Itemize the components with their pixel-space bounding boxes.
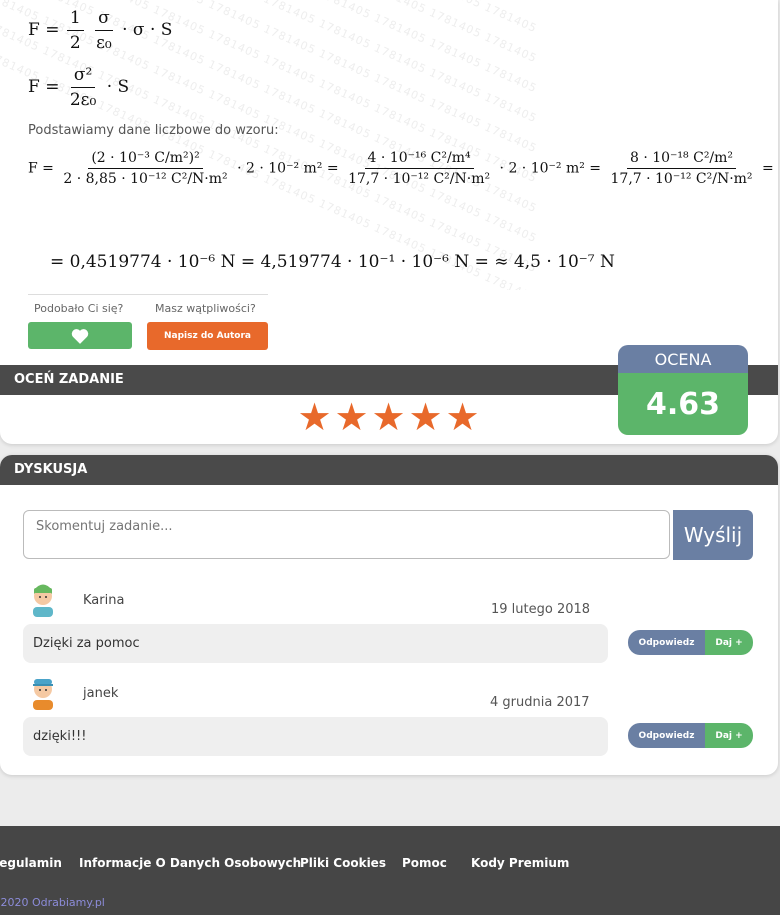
rate-task-title: OCEŃ ZADANIE [14,372,124,387]
write-to-author-button[interactable]: Napisz do Autora [147,322,268,350]
give-plus-button[interactable]: Daj + [705,630,753,655]
star-icon[interactable]: ★ [370,398,407,436]
reply-button[interactable]: Odpowiedz [628,723,705,748]
eq3-fraction-b: 4 · 10⁻¹⁶ C²/m⁴ 17,7 · 10⁻¹² C²/N·m² [345,150,493,187]
equation-3: F = (2 · 10⁻³ C/m²)² 2 · 8,85 · 10⁻¹² C²/… [28,150,774,187]
eq3-b-mul: · 2 · 10⁻² m² = [499,160,602,177]
eq3-c-num: 8 · 10⁻¹⁸ C²/m² [626,150,737,169]
send-button[interactable]: Wyślij [673,510,753,560]
equation-1: F = 12 σ ε₀ · σ · S [28,8,172,53]
grade-label: OCENA [618,345,748,373]
eq1-half: 12 [66,8,84,53]
eq3-b-den: 17,7 · 10⁻¹² C²/N·m² [348,171,491,187]
eq3-c-den: 17,7 · 10⁻¹² C²/N·m² [610,171,753,187]
discussion-title: DYSKUSJA [14,462,88,477]
grade-value: 4.63 [618,373,748,435]
eq3-a-num: (2 · 10⁻³ C/m²)² [88,150,203,169]
footer-link-regulamin[interactable]: Regulamin [0,856,62,870]
comment-bubble: dzięki!!! [23,717,608,756]
substitution-intro: Podstawiamy dane liczbowe do wzoru: [28,123,279,138]
star-icon[interactable]: ★ [333,398,370,436]
eq3-a-den: 2 · 8,85 · 10⁻¹² C²/N·m² [63,171,228,187]
footer: Regulamin Informacje O Danych Osobowych … [0,826,780,915]
eq3-b-num: 4 · 10⁻¹⁶ C²/m⁴ [364,150,474,169]
eq3-fraction-a: (2 · 10⁻³ C/m²)² 2 · 8,85 · 10⁻¹² C²/N·m² [60,150,230,187]
footer-link-premium[interactable]: Kody Premium [471,856,569,870]
comment-user[interactable]: Karina [83,593,124,608]
eq1-sigma-num: σ [95,8,113,31]
eq1-half-den: 2 [69,33,81,53]
eq1-rest: · σ · S [122,20,173,40]
like-button[interactable] [28,322,132,349]
eq1-half-num: 1 [66,8,84,31]
heart-icon [71,328,89,344]
comment-input[interactable] [23,510,670,559]
footer-link-cookies[interactable]: Pliki Cookies [300,856,386,870]
eq3-end: = [761,160,774,177]
grade-box: OCENA 4.63 [618,345,748,435]
give-plus-button[interactable]: Daj + [705,723,753,748]
comment-date: 19 lutego 2018 [491,602,591,617]
reply-button[interactable]: Odpowiedz [628,630,705,655]
star-icon[interactable]: ★ [296,398,333,436]
comment-actions: Odpowiedz Daj + [628,723,753,748]
eq3-fraction-c: 8 · 10⁻¹⁸ C²/m² 17,7 · 10⁻¹² C²/N·m² [608,150,756,187]
comment-date: 4 grudnia 2017 [490,695,590,710]
doubt-label: Masz wątpliwości? [155,302,256,315]
comment-bubble: Dzięki za pomoc [23,624,608,663]
avatar [33,679,53,710]
eq1-lhs: F = [28,20,60,40]
eq1-sigma: σ ε₀ [93,8,115,53]
star-icon[interactable]: ★ [407,398,444,436]
comment-user[interactable]: janek [83,686,118,701]
discussion-bar: DYSKUSJA [0,455,778,485]
eq3-a-mul: · 2 · 10⁻² m² = [237,160,339,177]
equation-4: = 0,4519774 · 10⁻⁶ N = 4,519774 · 10⁻¹ ·… [50,252,615,272]
eq3-lhs: F = [28,160,54,177]
star-icon[interactable]: ★ [444,398,481,436]
discussion-card: DYSKUSJA Wyślij Karina 19 lutego 2018 Dz… [0,455,778,775]
eq1-sigma-den: ε₀ [96,33,112,53]
eq2-fraction: σ² 2ε₀ [67,65,99,110]
comment-actions: Odpowiedz Daj + [628,630,753,655]
eq2-lhs: F = [28,77,60,97]
equation-2: F = σ² 2ε₀ · S [28,65,129,110]
footer-link-help[interactable]: Pomoc [402,856,447,870]
feedback-divider [28,294,268,295]
eq2-rest: · S [106,77,130,97]
like-label: Podobało Ci się? [34,302,124,315]
solution-card: 1781405 1781405 1781405 1781405 1781405 … [0,0,778,444]
star-rating[interactable]: ★ ★ ★ ★ ★ [296,398,481,436]
copyright: © 2020 Odrabiamy.pl [0,896,105,909]
eq2-num: σ² [70,65,96,88]
avatar [33,584,53,617]
footer-link-privacy[interactable]: Informacje O Danych Osobowych [79,856,301,870]
eq2-den: 2ε₀ [69,90,97,110]
